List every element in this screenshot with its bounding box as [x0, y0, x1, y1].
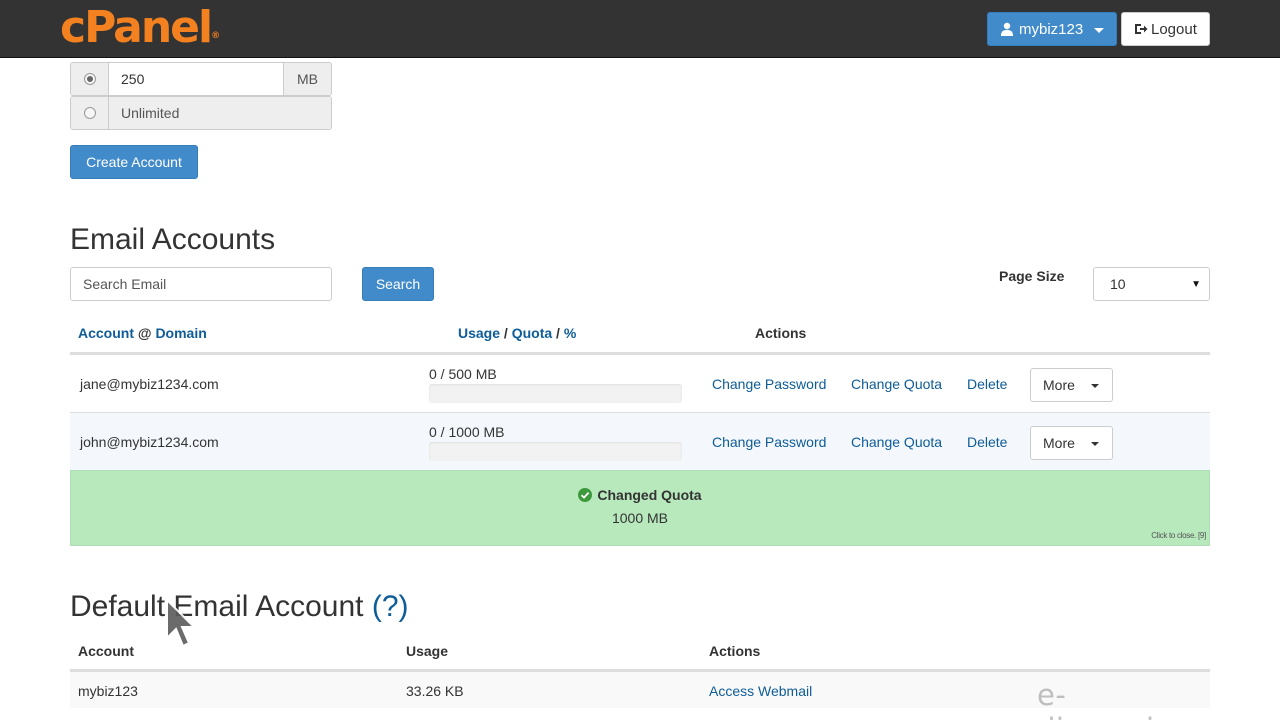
column-at: @	[137, 325, 152, 341]
mouse-cursor-icon	[166, 598, 197, 648]
email-accounts-title: Email Accounts	[70, 223, 276, 256]
usage-progress-bar	[429, 442, 682, 461]
chevron-down-icon	[1094, 28, 1104, 33]
usage-quota-text: 0 / 1000 MB	[429, 424, 505, 440]
default-account-name: mybiz123	[78, 683, 138, 699]
change-quota-link[interactable]: Change Quota	[851, 376, 942, 392]
search-button[interactable]: Search	[362, 267, 434, 301]
more-label: More	[1043, 377, 1075, 393]
cpanel-logo[interactable]: cPanel®	[60, 2, 220, 54]
alert-body: 1000 MB	[611, 510, 669, 526]
column-usage-quota[interactable]: Usage / Quota / %	[458, 325, 576, 341]
default-account-usage: 33.26 KB	[406, 683, 464, 699]
quota-unlimited-group: Unlimited	[70, 96, 332, 130]
logout-button[interactable]: Logout	[1121, 12, 1210, 46]
column-actions: Actions	[709, 643, 761, 659]
default-email-title: Default Email Account (?)	[70, 590, 409, 624]
column-account-domain[interactable]: Account @ Domain	[78, 325, 207, 341]
column-actions: Actions	[755, 325, 807, 341]
default-email-title-text: Default Email Account	[70, 590, 364, 623]
chevron-down-icon	[1091, 442, 1099, 446]
table-row: john@mybiz1234.com 0 / 1000 MB Change Pa…	[70, 412, 1210, 470]
access-webmail-link[interactable]: Access Webmail	[709, 683, 812, 699]
sort-percent[interactable]: %	[564, 325, 576, 341]
column-account: Account	[78, 643, 134, 659]
more-button[interactable]: More	[1030, 368, 1113, 402]
quota-unlimited-label: Unlimited	[109, 97, 331, 129]
column-slash-1: /	[503, 325, 508, 341]
more-button[interactable]: More	[1030, 426, 1113, 460]
page-size-label: Page Size	[999, 268, 1065, 284]
more-label: More	[1043, 435, 1075, 451]
user-icon	[1001, 22, 1013, 36]
user-menu-label: mybiz123	[1019, 20, 1084, 38]
sort-domain[interactable]: Domain	[155, 325, 206, 341]
logout-label: Logout	[1151, 20, 1197, 38]
usage-quota-text: 0 / 500 MB	[429, 366, 497, 382]
change-password-link[interactable]: Change Password	[712, 434, 826, 450]
quota-unit: MB	[283, 63, 331, 95]
user-menu-button[interactable]: mybiz123	[987, 12, 1117, 46]
dropdown-arrow-icon: ▼	[1191, 279, 1201, 290]
success-alert[interactable]: Changed Quota 1000 MB Click to close. [9…	[70, 470, 1210, 546]
quota-unlimited-radio[interactable]	[71, 97, 109, 129]
search-email-input[interactable]: Search Email	[70, 267, 332, 301]
chevron-down-icon	[1091, 384, 1099, 388]
top-navbar: cPanel® mybiz123 Logout	[0, 0, 1280, 58]
column-slash-2: /	[556, 325, 560, 341]
change-quota-link[interactable]: Change Quota	[851, 434, 942, 450]
quota-input[interactable]: 250	[109, 63, 283, 95]
sort-usage[interactable]: Usage	[458, 325, 500, 341]
sort-quota[interactable]: Quota	[512, 325, 552, 341]
logout-icon	[1135, 24, 1148, 34]
usage-progress-bar	[429, 384, 682, 403]
radio-unselected-icon	[83, 107, 96, 119]
change-password-link[interactable]: Change Password	[712, 376, 826, 392]
table-row: jane@mybiz1234.com 0 / 500 MB Change Pas…	[70, 354, 1210, 412]
page-size-select[interactable]: 10 ▼	[1093, 267, 1210, 301]
page-size-value: 10	[1110, 276, 1126, 292]
quota-limited-group: 250 MB	[70, 62, 332, 96]
delete-link[interactable]: Delete	[967, 376, 1007, 392]
account-email: jane@mybiz1234.com	[80, 376, 219, 392]
watermark: e-dimensionz.com	[1037, 678, 1280, 720]
quota-limited-radio[interactable]	[71, 63, 109, 95]
delete-link[interactable]: Delete	[967, 434, 1007, 450]
check-circle-icon	[578, 488, 593, 502]
column-usage: Usage	[406, 643, 449, 659]
account-email: john@mybiz1234.com	[80, 434, 219, 450]
create-account-button[interactable]: Create Account	[70, 145, 198, 179]
alert-close-hint[interactable]: Click to close. [9]	[1151, 531, 1206, 540]
sort-account[interactable]: Account	[78, 325, 134, 341]
alert-title: Changed Quota	[597, 487, 702, 503]
help-link[interactable]: (?)	[372, 590, 409, 623]
alert-title-line: Changed Quota	[71, 487, 1209, 503]
radio-selected-icon	[83, 73, 96, 85]
